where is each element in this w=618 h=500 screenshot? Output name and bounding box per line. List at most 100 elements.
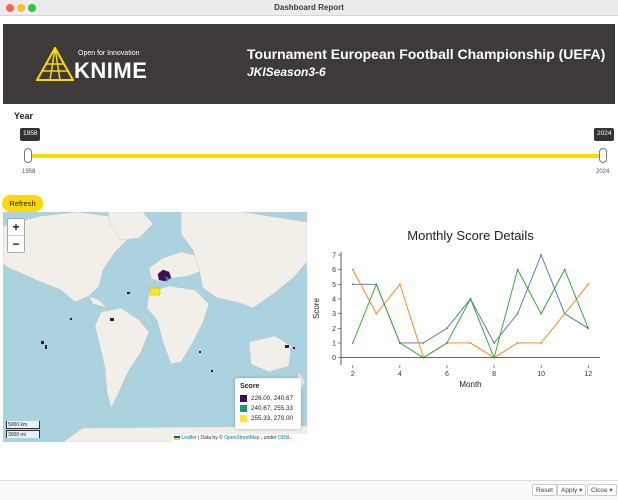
y-tick-label: 3 — [332, 311, 336, 318]
footer-bar — [0, 480, 618, 500]
series-point-1 — [540, 254, 543, 256]
legend-label: 226.00, 240.67 — [251, 395, 294, 402]
year-end-handle[interactable] — [599, 148, 607, 163]
knime-logo-icon — [36, 47, 74, 81]
map-marker[interactable] — [45, 345, 47, 349]
series-point-3 — [516, 268, 519, 271]
map-marker[interactable] — [211, 370, 213, 372]
refresh-button[interactable]: Refresh — [2, 195, 43, 212]
series-point-3 — [398, 342, 401, 344]
series-point-3 — [422, 356, 425, 359]
logo-tagline: Open for Innovation — [78, 50, 140, 57]
series-point-2 — [375, 312, 378, 315]
series-point-3 — [587, 327, 590, 330]
year-end-tooltip: 2024 — [594, 128, 615, 141]
series-point-2 — [563, 312, 566, 315]
series-point-1 — [446, 327, 448, 330]
y-tick-label: 5 — [332, 282, 336, 289]
legend-item: 226.00, 240.67 — [240, 394, 301, 403]
x-axis-label: Month — [459, 380, 481, 389]
scale-mi: 3000 mi — [6, 430, 40, 438]
map-marker[interactable] — [41, 341, 44, 344]
year-min-tick: 1958 — [22, 169, 36, 175]
close-button[interactable]: Close ▾ — [587, 484, 617, 496]
y-tick-label: 0 — [332, 355, 336, 362]
leaflet-link[interactable]: Leaflet — [181, 435, 196, 441]
year-start-handle[interactable] — [24, 148, 32, 163]
legend-item: 255.33, 270.00 — [240, 414, 301, 423]
map-marker[interactable] — [199, 351, 201, 353]
x-tick-label: 12 — [584, 371, 592, 378]
map-attribution: Leaflet | Data by © OpenStreetMap , unde… — [172, 434, 307, 442]
map-marker[interactable] — [70, 318, 72, 320]
asia-shape — [180, 212, 307, 309]
y-tick-label: 4 — [332, 296, 336, 303]
attribution-prefix: | Data by © — [197, 435, 223, 441]
series-point-3 — [469, 298, 472, 300]
series-point-3 — [493, 356, 495, 359]
legend-swatch — [240, 395, 247, 402]
series-point-2 — [398, 283, 401, 286]
x-tick-label: 6 — [445, 371, 449, 378]
legend-swatch — [240, 415, 247, 422]
south-america-shape — [94, 307, 150, 409]
legend-label: 240.67, 255.33 — [251, 405, 294, 412]
series-point-3 — [351, 342, 354, 344]
legend-label: 255.33, 270.00 — [251, 415, 294, 422]
series-point-2 — [351, 268, 354, 271]
y-tick-label: 2 — [332, 326, 336, 333]
dashboard-window: Dashboard Report Open for Innovation KNI… — [0, 0, 618, 500]
scale-km: 5000 km — [6, 421, 40, 429]
series-point-2 — [516, 342, 519, 344]
year-slider-label: Year — [14, 111, 34, 121]
australia-shape — [248, 335, 292, 373]
odbl-link[interactable]: ODbL. — [278, 435, 292, 441]
series-line-3 — [352, 268, 589, 360]
reset-button[interactable]: Reset — [532, 484, 557, 496]
map-zoom-control: + − — [7, 218, 25, 253]
series-point-3 — [446, 342, 448, 344]
y-tick-label: 1 — [332, 340, 336, 347]
x-tick-label: 4 — [398, 371, 402, 378]
attribution-under: , under — [260, 435, 277, 441]
year-start-tooltip: 1958 — [20, 128, 41, 141]
series-point-1 — [422, 342, 425, 344]
apply-button[interactable]: Apply ▾ — [557, 484, 587, 496]
year-max-tick: 2024 — [596, 169, 610, 175]
title-bar: Dashboard Report — [0, 0, 618, 16]
central-america-shape — [88, 295, 108, 309]
chart-title: Monthly Score Details — [407, 228, 534, 243]
series-point-3 — [563, 268, 566, 271]
map-region-score-high[interactable] — [149, 287, 161, 296]
map-marker[interactable] — [285, 345, 289, 348]
monthly-score-chart: Monthly Score Details012345672 4 6 8 10 12Mon… — [313, 228, 600, 389]
series-point-1 — [493, 342, 495, 344]
series-point-1 — [516, 312, 519, 315]
map-marker[interactable] — [110, 318, 114, 321]
x-tick-label: 2 — [351, 371, 355, 378]
map-marker[interactable] — [127, 292, 130, 294]
map-legend: Score 226.00, 240.67 240.67, 255.33 255.… — [235, 378, 301, 429]
osm-link[interactable]: OpenStreetMap — [224, 435, 259, 441]
zoom-in-button[interactable]: + — [8, 219, 24, 236]
year-slider-track[interactable] — [28, 154, 603, 158]
logo-wordmark: KNIME — [74, 58, 148, 83]
window-title: Dashboard Report — [274, 3, 344, 12]
report-title: Tournament European Football Championshi… — [247, 46, 606, 62]
x-tick-label: 10 — [537, 371, 545, 378]
legend-item: 240.67, 255.33 — [240, 404, 301, 413]
series-point-2 — [587, 283, 590, 286]
report-subtitle: JKISeason3-6 — [247, 65, 326, 79]
map-marker[interactable] — [293, 347, 295, 349]
series-point-1 — [351, 283, 354, 286]
y-tick-label: 6 — [332, 267, 336, 274]
y-tick-label: 7 — [332, 252, 336, 259]
map-scale-bar: 5000 km 3000 mi — [6, 421, 40, 439]
legend-title: Score — [240, 383, 260, 390]
series-point-2 — [469, 342, 472, 344]
ukraine-flag-icon — [174, 435, 180, 440]
x-tick-label: 8 — [492, 371, 496, 378]
legend-swatch — [240, 405, 247, 412]
zoom-out-button[interactable]: − — [8, 236, 24, 253]
series-point-2 — [540, 342, 543, 344]
